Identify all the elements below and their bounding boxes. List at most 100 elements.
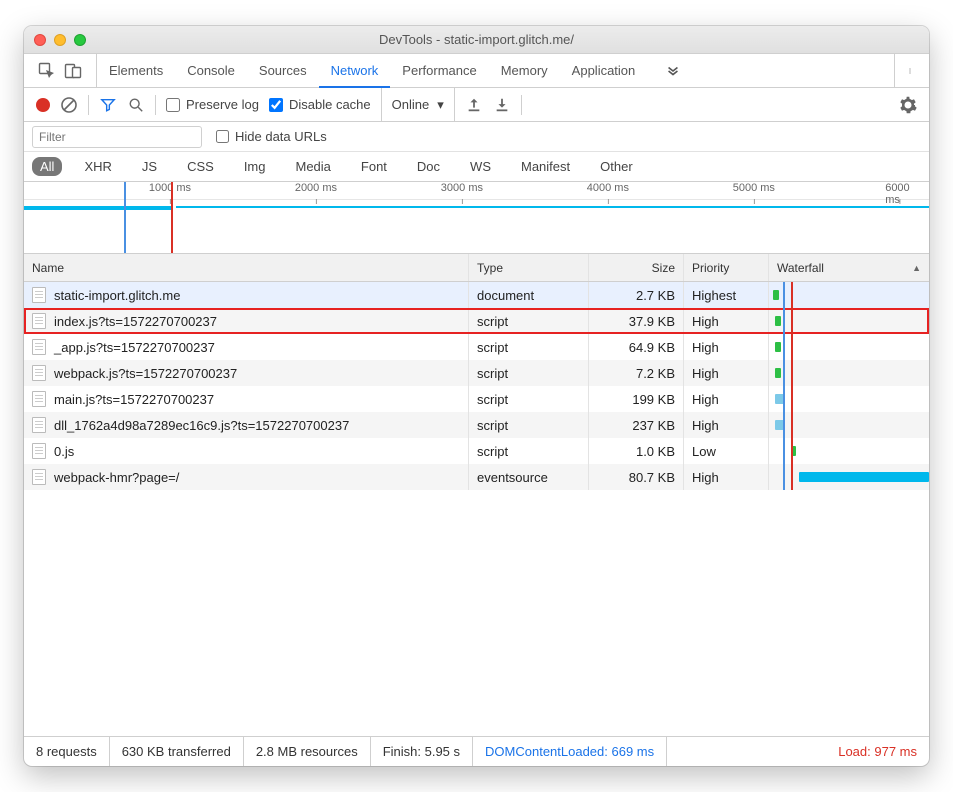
cell-size: 80.7 KB bbox=[589, 464, 684, 490]
cell-name: _app.js?ts=1572270700237 bbox=[24, 334, 469, 360]
cell-name: webpack-hmr?page=/ bbox=[24, 464, 469, 490]
type-filter-media[interactable]: Media bbox=[287, 157, 338, 176]
timeline-tick: 3000 ms bbox=[441, 182, 483, 194]
titlebar: DevTools - static-import.glitch.me/ bbox=[24, 26, 929, 54]
disable-cache-label: Disable cache bbox=[289, 97, 371, 112]
close-window-button[interactable] bbox=[34, 34, 46, 46]
download-har-icon[interactable] bbox=[493, 96, 511, 114]
hide-data-urls-checkbox[interactable]: Hide data URLs bbox=[216, 129, 327, 144]
tab-console[interactable]: Console bbox=[175, 54, 247, 87]
panel-tabs: ElementsConsoleSourcesNetworkPerformance… bbox=[24, 54, 929, 88]
device-toggle-icon[interactable] bbox=[64, 62, 82, 80]
inspect-element-icon[interactable] bbox=[38, 62, 56, 80]
cell-type: script bbox=[469, 308, 589, 334]
type-filter-doc[interactable]: Doc bbox=[409, 157, 448, 176]
request-name: index.js?ts=1572270700237 bbox=[54, 314, 217, 329]
col-priority[interactable]: Priority bbox=[684, 254, 769, 281]
cell-size: 237 KB bbox=[589, 412, 684, 438]
timeline-overview[interactable]: 1000 ms2000 ms3000 ms4000 ms5000 ms6000 … bbox=[24, 182, 929, 254]
cell-name: 0.js bbox=[24, 438, 469, 464]
table-row[interactable]: static-import.glitch.medocument2.7 KBHig… bbox=[24, 282, 929, 308]
preserve-log-checkbox[interactable]: Preserve log bbox=[166, 97, 259, 112]
col-type[interactable]: Type bbox=[469, 254, 589, 281]
type-filter-js[interactable]: JS bbox=[134, 157, 165, 176]
type-filter-img[interactable]: Img bbox=[236, 157, 274, 176]
type-filter-xhr[interactable]: XHR bbox=[76, 157, 119, 176]
file-icon bbox=[32, 339, 46, 355]
table-row[interactable]: webpack-hmr?page=/eventsource80.7 KBHigh bbox=[24, 464, 929, 490]
tab-elements[interactable]: Elements bbox=[97, 54, 175, 87]
cell-type: script bbox=[469, 412, 589, 438]
request-name: _app.js?ts=1572270700237 bbox=[54, 340, 215, 355]
table-row[interactable]: index.js?ts=1572270700237script37.9 KBHi… bbox=[24, 308, 929, 334]
throttling-select[interactable]: Online ▾ bbox=[381, 88, 455, 121]
devtools-window: DevTools - static-import.glitch.me/ Elem… bbox=[24, 26, 929, 766]
clear-button[interactable] bbox=[60, 96, 78, 114]
file-icon bbox=[32, 287, 46, 303]
cell-priority: High bbox=[684, 386, 769, 412]
request-name: dll_1762a4d98a7289ec16c9.js?ts=157227070… bbox=[54, 418, 349, 433]
search-icon[interactable] bbox=[127, 96, 145, 114]
file-icon bbox=[32, 443, 46, 459]
cell-size: 2.7 KB bbox=[589, 282, 684, 308]
tab-memory[interactable]: Memory bbox=[489, 54, 560, 87]
cell-type: script bbox=[469, 360, 589, 386]
cell-waterfall bbox=[769, 308, 929, 334]
filter-icon[interactable] bbox=[99, 96, 117, 114]
file-icon bbox=[32, 469, 46, 485]
table-header: Name Type Size Priority Waterfall ▲ bbox=[24, 254, 929, 282]
file-icon bbox=[32, 365, 46, 381]
type-filter-other[interactable]: Other bbox=[592, 157, 641, 176]
cell-size: 199 KB bbox=[589, 386, 684, 412]
cell-waterfall bbox=[769, 334, 929, 360]
sb-load: Load: 977 ms bbox=[826, 737, 929, 766]
settings-icon[interactable] bbox=[899, 96, 917, 114]
table-row[interactable]: dll_1762a4d98a7289ec16c9.js?ts=157227070… bbox=[24, 412, 929, 438]
cell-size: 37.9 KB bbox=[589, 308, 684, 334]
status-bar: 8 requests 630 KB transferred 2.8 MB res… bbox=[24, 736, 929, 766]
disable-cache-checkbox[interactable]: Disable cache bbox=[269, 97, 371, 112]
cell-name: dll_1762a4d98a7289ec16c9.js?ts=157227070… bbox=[24, 412, 469, 438]
table-row[interactable]: _app.js?ts=1572270700237script64.9 KBHig… bbox=[24, 334, 929, 360]
request-name: webpack-hmr?page=/ bbox=[54, 470, 179, 485]
request-name: main.js?ts=1572270700237 bbox=[54, 392, 214, 407]
col-name[interactable]: Name bbox=[24, 254, 469, 281]
cell-type: script bbox=[469, 438, 589, 464]
tab-performance[interactable]: Performance bbox=[390, 54, 488, 87]
table-row[interactable]: main.js?ts=1572270700237 script199 KBHigh bbox=[24, 386, 929, 412]
window-title: DevTools - static-import.glitch.me/ bbox=[24, 32, 929, 47]
type-filter-ws[interactable]: WS bbox=[462, 157, 499, 176]
cell-type: script bbox=[469, 386, 589, 412]
record-button[interactable] bbox=[36, 98, 50, 112]
upload-har-icon[interactable] bbox=[465, 96, 483, 114]
col-waterfall-label: Waterfall bbox=[777, 261, 824, 275]
cell-name: webpack.js?ts=1572270700237 bbox=[24, 360, 469, 386]
tab-application[interactable]: Application bbox=[560, 54, 648, 87]
filter-input[interactable] bbox=[32, 126, 202, 148]
col-waterfall[interactable]: Waterfall ▲ bbox=[769, 254, 929, 281]
type-filter-css[interactable]: CSS bbox=[179, 157, 222, 176]
cell-priority: High bbox=[684, 412, 769, 438]
type-filter-all[interactable]: All bbox=[32, 157, 62, 176]
cell-size: 7.2 KB bbox=[589, 360, 684, 386]
cell-size: 64.9 KB bbox=[589, 334, 684, 360]
type-filter-manifest[interactable]: Manifest bbox=[513, 157, 578, 176]
table-row[interactable]: 0.jsscript1.0 KBLow bbox=[24, 438, 929, 464]
cell-priority: High bbox=[684, 334, 769, 360]
zoom-window-button[interactable] bbox=[74, 34, 86, 46]
sb-transferred: 630 KB transferred bbox=[110, 737, 244, 766]
col-size[interactable]: Size bbox=[589, 254, 684, 281]
minimize-window-button[interactable] bbox=[54, 34, 66, 46]
tab-network[interactable]: Network bbox=[319, 54, 391, 88]
file-icon bbox=[32, 313, 46, 329]
timeline-tick: 4000 ms bbox=[587, 182, 629, 194]
request-name: 0.js bbox=[54, 444, 74, 459]
kebab-menu-button[interactable] bbox=[894, 54, 929, 87]
sb-requests: 8 requests bbox=[24, 737, 110, 766]
request-name: webpack.js?ts=1572270700237 bbox=[54, 366, 237, 381]
filter-bar: Hide data URLs bbox=[24, 122, 929, 152]
tab-sources[interactable]: Sources bbox=[247, 54, 319, 87]
table-row[interactable]: webpack.js?ts=1572270700237script7.2 KBH… bbox=[24, 360, 929, 386]
type-filter-font[interactable]: Font bbox=[353, 157, 395, 176]
more-tabs-button[interactable] bbox=[655, 63, 691, 79]
